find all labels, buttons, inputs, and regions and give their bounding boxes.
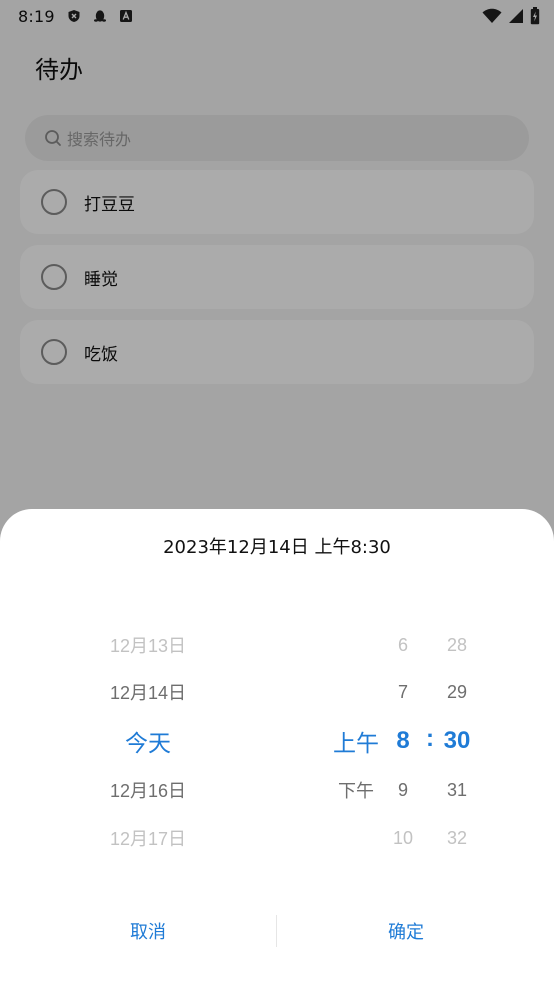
date-wheel-item[interactable]: 12月14日: [48, 669, 248, 715]
hour-wheel-item[interactable]: 10: [383, 815, 423, 861]
minute-wheel-selected[interactable]: 30: [432, 718, 482, 764]
ampm-wheel-selected[interactable]: 上午: [320, 718, 392, 764]
confirm-button[interactable]: 确定: [278, 909, 534, 953]
minute-wheel-item[interactable]: 29: [432, 669, 482, 715]
date-wheel-item[interactable]: 12月13日: [48, 622, 248, 668]
ampm-wheel-item[interactable]: 下午: [320, 767, 392, 813]
hour-wheel-item[interactable]: 6: [383, 622, 423, 668]
date-wheel-selected[interactable]: 今天: [48, 718, 248, 764]
picker-title: 2023年12月14日 上午8:30: [163, 537, 391, 558]
button-divider: [276, 915, 277, 947]
hour-wheel-item[interactable]: 9: [383, 767, 423, 813]
datetime-picker-sheet: 2023年12月14日 上午8:30 12月13日 12月14日 今天 12月1…: [0, 509, 554, 984]
date-wheel-item[interactable]: 12月17日: [48, 815, 248, 861]
cancel-button[interactable]: 取消: [20, 909, 276, 953]
minute-wheel-item[interactable]: 31: [432, 767, 482, 813]
hour-wheel-selected[interactable]: 8: [383, 718, 423, 764]
date-wheel-item[interactable]: 12月16日: [48, 767, 248, 813]
hour-wheel-item[interactable]: 7: [383, 669, 423, 715]
minute-wheel-item[interactable]: 32: [432, 815, 482, 861]
minute-wheel-item[interactable]: 28: [432, 622, 482, 668]
